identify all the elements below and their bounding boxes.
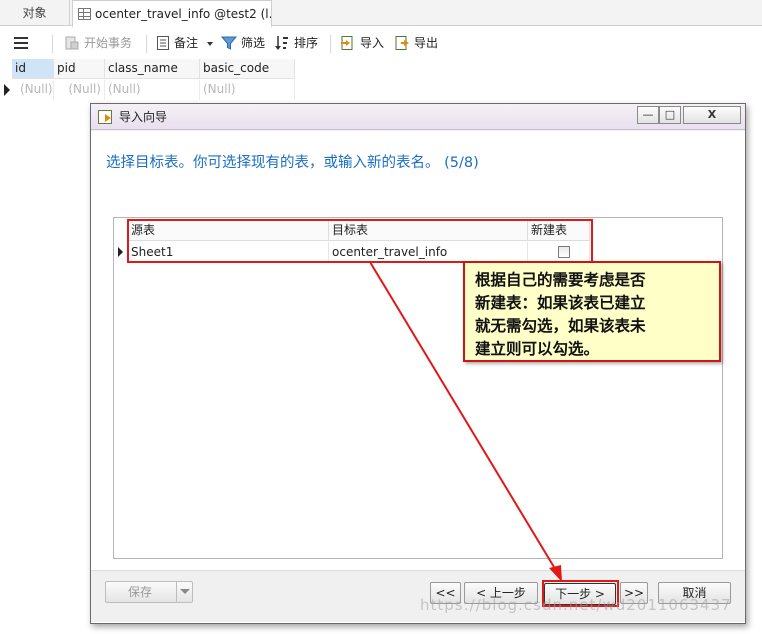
row-indicator-icon xyxy=(118,247,123,257)
table-row-highlight xyxy=(127,219,593,263)
export-icon xyxy=(395,35,409,50)
import-wizard-dialog: 导入向导 — □ X 选择目标表。你可选择现有的表，或输入新的表名。 (5/8)… xyxy=(90,103,746,624)
begin-transaction-button[interactable]: 开始事务 xyxy=(64,33,132,53)
toolbar-divider xyxy=(330,35,331,53)
import-label: 导入 xyxy=(360,36,385,50)
cell-pid[interactable]: (Null) xyxy=(54,80,105,100)
tab-table-label: ocenter_travel_info @test2 (l... xyxy=(95,7,272,21)
sort-label: 排序 xyxy=(294,36,319,50)
transaction-icon xyxy=(65,36,79,49)
export-label: 导出 xyxy=(414,36,439,50)
dialog-titlebar[interactable]: 导入向导 — □ X xyxy=(91,104,745,130)
tab-table[interactable]: ocenter_travel_info @test2 (l... xyxy=(72,0,272,27)
save-label: 保存 xyxy=(128,585,153,599)
column-header-class-name[interactable]: class_name xyxy=(105,59,200,79)
export-button[interactable]: 导出 xyxy=(394,33,438,53)
column-header-id[interactable]: id xyxy=(12,59,54,79)
begin-transaction-label: 开始事务 xyxy=(84,36,133,50)
cell-class-name[interactable]: (Null) xyxy=(105,80,200,100)
filter-label: 筛选 xyxy=(241,36,266,50)
cell-id[interactable]: (Null) xyxy=(17,80,54,100)
import-wizard-icon xyxy=(98,110,112,124)
row-indicator-icon xyxy=(4,84,10,96)
import-button[interactable]: 导入 xyxy=(340,33,384,53)
annotation-callout: 根据自己的需要考虑是否 新建表：如果该表已建立 就无需勾选，如果该表未 建立则可… xyxy=(463,261,721,362)
toolbar: 开始事务 备注 筛选 排序 导入 导出 xyxy=(0,27,762,59)
import-icon xyxy=(341,35,353,50)
notes-button[interactable]: 备注 xyxy=(156,33,214,53)
tab-objects[interactable]: 对象 xyxy=(0,0,70,26)
sort-button[interactable]: 排序 xyxy=(274,33,318,53)
column-header-basic-code[interactable]: basic_code xyxy=(200,59,295,79)
toolbar-divider xyxy=(52,35,53,53)
filter-icon xyxy=(221,36,237,50)
dialog-body: 选择目标表。你可选择现有的表，或输入新的表名。 (5/8) 源表 目标表 新建表… xyxy=(91,131,745,623)
menu-button[interactable] xyxy=(14,33,32,53)
notes-icon xyxy=(157,35,169,50)
watermark: https://blog.csdn.net/wd2011063437 xyxy=(420,596,732,614)
filter-button[interactable]: 筛选 xyxy=(221,33,265,53)
close-button[interactable]: X xyxy=(683,106,741,124)
window-controls: — □ X xyxy=(637,106,741,124)
save-button[interactable]: 保存 xyxy=(105,581,193,603)
table-icon xyxy=(78,8,91,20)
chevron-down-icon[interactable] xyxy=(176,582,192,602)
sort-icon xyxy=(275,35,288,50)
maximize-button[interactable]: □ xyxy=(659,106,681,124)
tab-strip: 对象 ocenter_travel_info @test2 (l... xyxy=(0,0,762,27)
step-heading: 选择目标表。你可选择现有的表，或输入新的表名。 (5/8) xyxy=(106,155,479,171)
column-header-pid[interactable]: pid xyxy=(54,59,105,79)
minimize-button[interactable]: — xyxy=(637,106,659,124)
toolbar-divider xyxy=(146,35,147,53)
hamburger-menu-icon xyxy=(14,36,28,49)
dialog-title: 导入向导 xyxy=(119,110,168,124)
chevron-down-icon xyxy=(206,41,213,46)
notes-label: 备注 xyxy=(174,36,199,50)
cell-basic-code[interactable]: (Null) xyxy=(200,80,295,100)
